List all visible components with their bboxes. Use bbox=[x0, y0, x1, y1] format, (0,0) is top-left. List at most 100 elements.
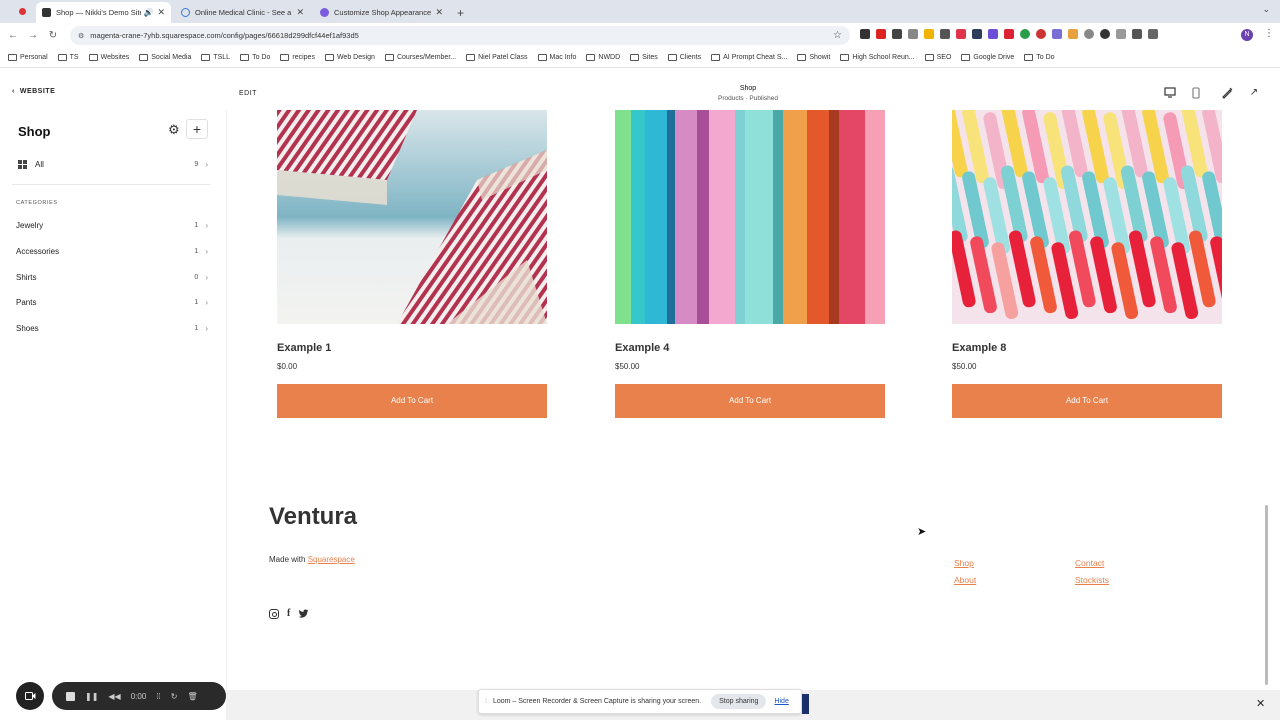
extension-icon[interactable] bbox=[1084, 29, 1094, 39]
bookmark-item[interactable]: Niel Patel Class bbox=[466, 54, 528, 61]
puzzle-extensions-icon[interactable] bbox=[1148, 29, 1158, 39]
site-info-icon[interactable]: ⚙ bbox=[78, 32, 84, 40]
bookmark-item[interactable]: To Do bbox=[240, 54, 270, 61]
add-product-button[interactable]: + bbox=[186, 119, 208, 139]
stop-recording-button[interactable] bbox=[66, 691, 75, 701]
back-arrow-icon[interactable]: ← bbox=[3, 30, 23, 41]
footer-link-contact[interactable]: Contact bbox=[1075, 558, 1109, 575]
product-image-colored-panels[interactable] bbox=[615, 110, 885, 324]
extension-icon[interactable] bbox=[908, 29, 918, 39]
hide-link[interactable]: Hide bbox=[774, 698, 788, 705]
bookmark-item[interactable]: Google Drive bbox=[961, 54, 1014, 61]
footer-link-shop[interactable]: Shop bbox=[954, 558, 976, 575]
twitter-icon[interactable] bbox=[298, 609, 309, 619]
back-to-website-link[interactable]: ‹ WEBSITE bbox=[12, 88, 55, 95]
close-tab-icon[interactable]: ✕ bbox=[296, 7, 304, 18]
sidebar-item-shirts[interactable]: Shirts 0 › bbox=[16, 264, 208, 290]
extension-icon[interactable] bbox=[924, 29, 934, 39]
camera-icon[interactable] bbox=[16, 682, 44, 710]
scrollbar[interactable] bbox=[1265, 505, 1268, 685]
instagram-icon[interactable] bbox=[269, 608, 279, 619]
bookmark-item[interactable]: Websites bbox=[88, 54, 129, 61]
product-name[interactable]: Example 1 bbox=[277, 342, 331, 354]
extension-icon[interactable] bbox=[1100, 29, 1110, 39]
add-to-cart-button[interactable]: Add To Cart bbox=[277, 384, 547, 418]
restart-icon[interactable]: ↻ bbox=[171, 692, 178, 701]
reload-icon[interactable]: ↻ bbox=[43, 30, 63, 41]
drag-handle-icon[interactable]: ⁞ bbox=[485, 698, 487, 705]
tab-shop[interactable]: Shop — Nikki's Demo Site 🔊 ✕ bbox=[36, 2, 171, 23]
bookmark-item[interactable]: Mac Info bbox=[537, 54, 576, 61]
bookmark-item[interactable]: High School Reun... bbox=[840, 54, 915, 61]
product-name[interactable]: Example 8 bbox=[952, 342, 1006, 354]
desktop-view-icon[interactable] bbox=[1163, 87, 1177, 101]
profile-avatar[interactable]: N bbox=[1241, 29, 1253, 41]
tab-customize-shop[interactable]: Customize Shop Appearance ✕ bbox=[314, 2, 449, 23]
product-image-umbrella[interactable] bbox=[277, 110, 547, 324]
bookmark-item[interactable]: Social Media bbox=[139, 54, 191, 61]
bookmark-item[interactable]: Showit bbox=[797, 54, 830, 61]
expand-arrow-icon[interactable]: ↗ bbox=[1247, 87, 1261, 101]
bookmark-item[interactable]: Web Design bbox=[324, 54, 375, 61]
footer-link-stockists[interactable]: Stockists bbox=[1075, 575, 1109, 592]
bookmark-item[interactable]: NWDD bbox=[586, 54, 620, 61]
speaker-icon[interactable]: 🔊 bbox=[143, 8, 153, 17]
close-tab-icon[interactable]: ✕ bbox=[157, 7, 165, 18]
footer-link-about[interactable]: About bbox=[954, 575, 976, 592]
footer-brand[interactable]: Ventura bbox=[269, 503, 357, 531]
sidebar-item-all[interactable]: All 9 › bbox=[18, 160, 208, 169]
extension-icon[interactable] bbox=[860, 29, 870, 39]
close-tab-icon[interactable]: ✕ bbox=[435, 7, 443, 18]
bookmark-item[interactable]: recipes bbox=[280, 54, 315, 61]
mobile-view-icon[interactable] bbox=[1189, 87, 1203, 101]
url-bar[interactable]: ⚙ magenta-crane-7yhb.squarespace.com/con… bbox=[70, 26, 850, 45]
pause-icon[interactable]: ❚❚ bbox=[85, 692, 98, 701]
extension-icon[interactable] bbox=[972, 29, 982, 39]
product-card[interactable]: Example 1 $0.00 Add To Cart bbox=[277, 110, 547, 418]
extension-icon[interactable] bbox=[1020, 29, 1030, 39]
new-tab-button[interactable]: + bbox=[457, 2, 464, 23]
extension-icon[interactable] bbox=[988, 29, 998, 39]
bookmark-item[interactable]: Sites bbox=[630, 54, 658, 61]
product-card[interactable]: Example 4 $50.00 Add To Cart bbox=[615, 110, 885, 418]
stop-sharing-button[interactable]: Stop sharing bbox=[711, 694, 767, 709]
bookmark-item[interactable]: Clients bbox=[667, 54, 701, 61]
rewind-icon[interactable]: ◀◀ bbox=[108, 692, 120, 701]
extension-icon[interactable] bbox=[1052, 29, 1062, 39]
tab-medical-clinic[interactable]: Online Medical Clinic - See a ✕ bbox=[175, 2, 310, 23]
close-icon[interactable]: ✕ bbox=[1256, 697, 1265, 710]
bookmark-star-icon[interactable]: ☆ bbox=[833, 30, 842, 41]
facebook-icon[interactable]: f bbox=[287, 608, 290, 619]
extension-icon[interactable] bbox=[1116, 29, 1126, 39]
product-name[interactable]: Example 4 bbox=[615, 342, 669, 354]
extension-icon[interactable] bbox=[1036, 29, 1046, 39]
bookmark-item[interactable]: AI Prompt Cheat S... bbox=[711, 54, 787, 61]
bookmark-item[interactable]: To Do bbox=[1024, 54, 1055, 61]
add-to-cart-button[interactable]: Add To Cart bbox=[615, 384, 885, 418]
sidebar-item-pants[interactable]: Pants 1 › bbox=[16, 290, 208, 316]
sidebar-item-accessories[interactable]: Accessories 1 › bbox=[16, 239, 208, 265]
trash-icon[interactable]: 🗑 bbox=[187, 692, 197, 701]
extension-icon[interactable] bbox=[1004, 29, 1014, 39]
extension-icon[interactable] bbox=[940, 29, 950, 39]
extension-icon[interactable] bbox=[876, 29, 886, 39]
tab-search-chevron-icon[interactable]: ⌄ bbox=[1262, 4, 1270, 15]
extension-icon[interactable] bbox=[892, 29, 902, 39]
forward-arrow-icon[interactable]: → bbox=[23, 30, 43, 41]
drag-handle-icon[interactable]: ⁞⁞ bbox=[156, 692, 160, 701]
extension-icon[interactable] bbox=[1068, 29, 1078, 39]
product-image-popsicles[interactable] bbox=[952, 110, 1222, 324]
bookmark-item[interactable]: Courses/Member... bbox=[384, 54, 456, 61]
extension-icon[interactable] bbox=[956, 29, 966, 39]
sidebar-item-jewelry[interactable]: Jewelry 1 › bbox=[16, 213, 208, 239]
add-to-cart-button[interactable]: Add To Cart bbox=[952, 384, 1222, 418]
bookmark-item[interactable]: SEO bbox=[924, 54, 951, 61]
browser-menu-icon[interactable]: ⋮ bbox=[1264, 28, 1274, 39]
product-card[interactable]: Example 8 $50.00 Add To Cart bbox=[952, 110, 1222, 418]
bookmark-item[interactable]: Personal bbox=[8, 54, 48, 61]
squarespace-link[interactable]: Squarespace bbox=[308, 555, 355, 564]
gear-icon[interactable]: ⚙ bbox=[168, 122, 180, 138]
design-brush-icon[interactable] bbox=[1220, 87, 1234, 101]
bookmark-item[interactable]: TSLL bbox=[201, 54, 230, 61]
extension-icon[interactable] bbox=[1132, 29, 1142, 39]
